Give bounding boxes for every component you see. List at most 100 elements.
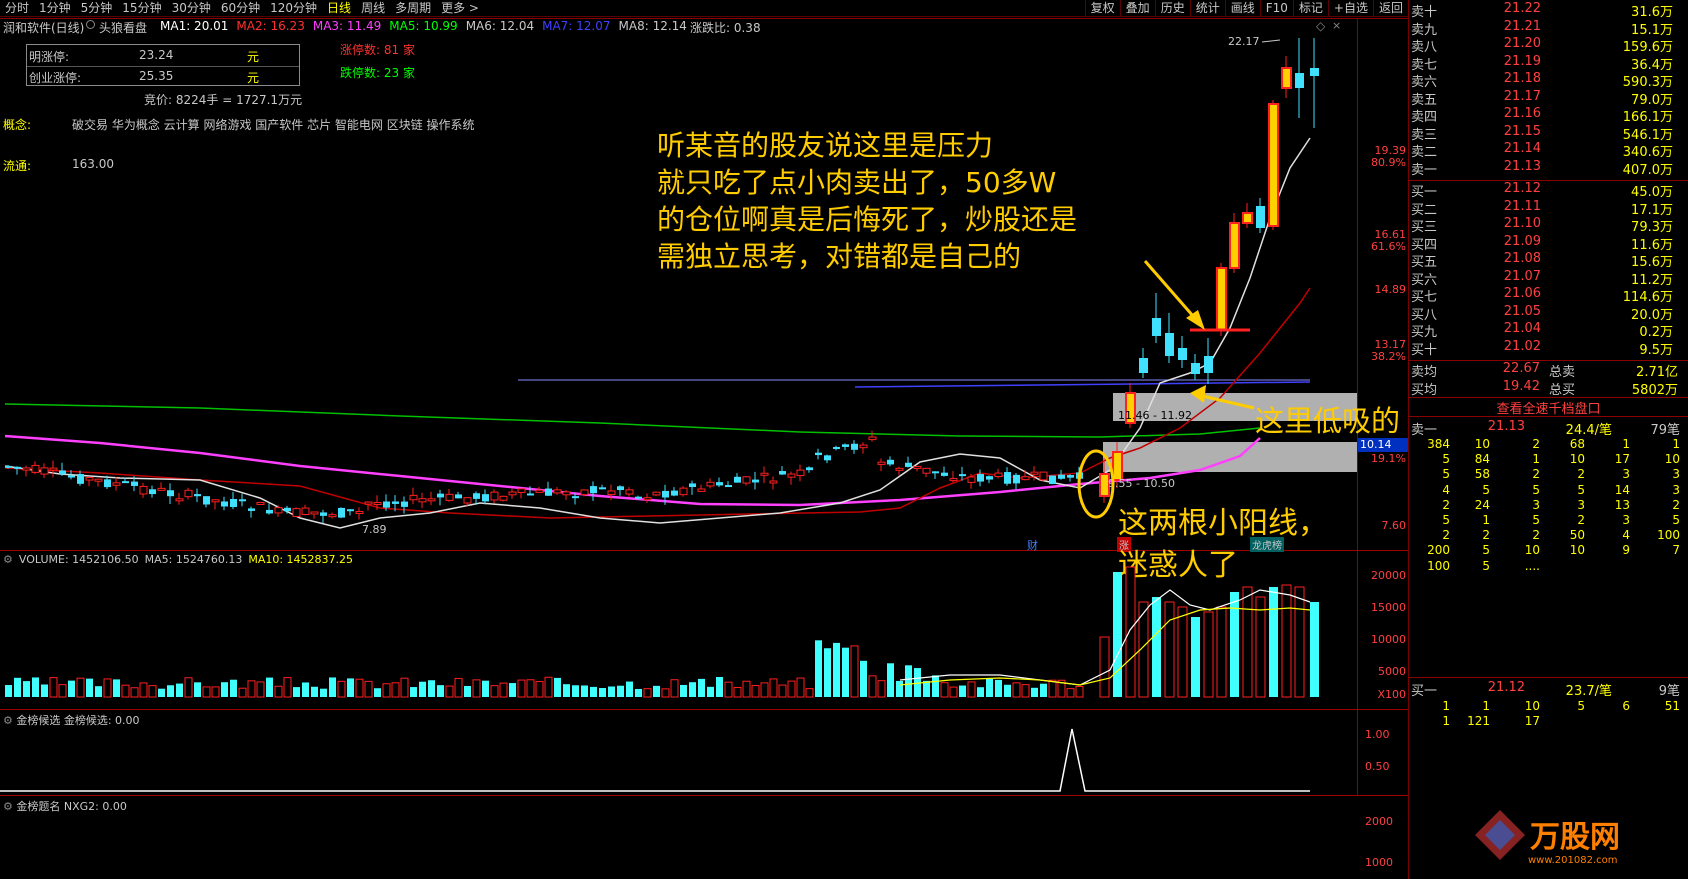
full-depth-link[interactable]: 查看全速千档盘口: [1409, 398, 1688, 417]
sell-level-6[interactable]: 卖四 21.16 166.1万: [1411, 106, 1683, 125]
queue-cell: 2: [1532, 437, 1540, 451]
vol-tick-3: 5000: [1378, 665, 1406, 678]
sell-level-3[interactable]: 卖七 21.19 36.4万: [1411, 54, 1683, 73]
tool-tab-3[interactable]: 统计: [1189, 0, 1225, 17]
tool-tab-6[interactable]: 标记: [1292, 0, 1328, 17]
buy-level-4[interactable]: 买五 21.08 15.6万: [1411, 251, 1683, 270]
candle: [949, 471, 958, 483]
annotation-main: 听某音的股友说这里是压力 就只吃了点小肉卖出了，50多W 的仓位啊真是后悔死了，…: [657, 129, 1078, 273]
sell-level-8[interactable]: 卖二 21.14 340.6万: [1411, 141, 1683, 160]
period-tab-4[interactable]: 30分钟: [167, 0, 216, 17]
buy-level-3[interactable]: 买四 21.09 11.6万: [1411, 234, 1683, 253]
sell-level-7[interactable]: 卖三 21.15 546.1万: [1411, 124, 1683, 143]
tool-tab-4[interactable]: 画线: [1224, 0, 1260, 17]
period-tab-10[interactable]: 更多 >: [436, 0, 484, 17]
volume-bar: [176, 683, 183, 697]
volume-bar: [995, 679, 1002, 697]
sell-level-9[interactable]: 卖一 21.13 407.0万: [1411, 159, 1683, 178]
volume-bar: [905, 665, 912, 697]
buy-level-7[interactable]: 买八 21.05 20.0万: [1411, 304, 1683, 323]
volume-bar: [445, 685, 454, 698]
period-tab-9[interactable]: 多周期: [390, 0, 436, 17]
volume-bar: [256, 681, 265, 698]
candle: [706, 478, 715, 489]
tool-tab-1[interactable]: 叠加: [1119, 0, 1155, 17]
buy-level-price: 21.12: [1503, 181, 1541, 196]
buy-level-0[interactable]: 买一 21.12 45.0万: [1411, 181, 1683, 200]
buy-level-volume: 9.5万: [1639, 342, 1673, 358]
price-pct-4: 19.1%: [1371, 452, 1406, 465]
candle: [445, 488, 454, 502]
candle: [1281, 56, 1292, 98]
period-tab-2[interactable]: 5分钟: [76, 0, 118, 17]
volume-bar: [472, 679, 481, 698]
sell-level-name: 卖一: [1411, 162, 1438, 178]
volume-bar: [617, 685, 624, 697]
sell-level-name: 卖七: [1411, 57, 1438, 73]
tool-tab-5[interactable]: F10: [1259, 0, 1293, 17]
candle: [734, 473, 741, 483]
period-tab-6[interactable]: 120分钟: [265, 0, 322, 17]
volume-bar: [842, 647, 849, 697]
queue-cell: 5: [1532, 482, 1540, 497]
buy-level-8[interactable]: 买九 21.04 0.2万: [1411, 321, 1683, 340]
buy-level-name: 买八: [1411, 307, 1438, 323]
buy-level-5[interactable]: 买六 21.07 11.2万: [1411, 269, 1683, 288]
period-tab-8[interactable]: 周线: [356, 0, 390, 17]
queue-cell: 10: [1664, 452, 1680, 467]
queue-cell: 13: [1614, 497, 1630, 512]
buy-level-2[interactable]: 买三 21.10 79.3万: [1411, 216, 1683, 235]
period-tab-0[interactable]: 分时: [0, 0, 34, 17]
sell-level-5[interactable]: 卖五 21.17 79.0万: [1411, 89, 1683, 108]
candle: [1139, 348, 1148, 378]
volume-bar: [877, 680, 886, 698]
volume-bar: [400, 677, 409, 698]
sell-level-volume: 31.6万: [1631, 5, 1673, 20]
period-tab-5[interactable]: 60分钟: [216, 0, 265, 17]
indicator1-chart[interactable]: [0, 709, 1357, 795]
sell-level-0[interactable]: 卖十 21.22 31.6万: [1411, 1, 1683, 20]
candle: [941, 466, 948, 477]
ind2-header: ⚙ 金榜题名 NXG2: 0.00: [3, 800, 127, 813]
queue-cell: 3: [1622, 513, 1630, 527]
buy-level-1[interactable]: 买二 21.11 17.1万: [1411, 199, 1683, 218]
volume-bar: [1269, 587, 1278, 697]
queue-cell: 2: [1577, 467, 1585, 482]
volume-bar: [238, 687, 247, 698]
sell-level-price: 21.20: [1503, 36, 1541, 51]
candle: [230, 491, 237, 510]
queue-cell: 2: [1532, 528, 1540, 543]
period-tab-7[interactable]: 日线: [322, 0, 356, 17]
volume-bar: [184, 677, 193, 698]
tool-tab-2[interactable]: 历史: [1154, 0, 1190, 17]
buy-level-6[interactable]: 买七 21.06 114.6万: [1411, 286, 1683, 305]
volume-bar: [167, 685, 174, 697]
candle: [742, 476, 751, 486]
volume-bar: [76, 677, 85, 698]
volume-chart[interactable]: [0, 550, 1357, 709]
volume-bar: [247, 680, 256, 698]
sell-level-1[interactable]: 卖九 21.21 15.1万: [1411, 19, 1683, 38]
tool-tab-8[interactable]: 返回: [1372, 0, 1408, 17]
sell-level-4[interactable]: 卖六 21.18 590.3万: [1411, 71, 1683, 90]
queue-cell: 24: [1474, 497, 1490, 512]
volume-bar: [967, 681, 976, 698]
volume-bar: [1294, 586, 1305, 698]
candle: [1013, 472, 1020, 490]
tool-tab-7[interactable]: +自选: [1327, 0, 1373, 17]
candle: [905, 456, 912, 468]
buy-level-volume: 79.3万: [1631, 220, 1673, 235]
ma3-line: [4, 434, 1261, 507]
tool-tab-0[interactable]: 复权: [1084, 0, 1120, 17]
sell-level-2[interactable]: 卖八 21.20 159.6万: [1411, 36, 1683, 55]
buy-level-9[interactable]: 买十 21.02 9.5万: [1411, 339, 1683, 358]
candle: [553, 487, 562, 495]
period-tab-1[interactable]: 1分钟: [34, 0, 76, 17]
volume-bar: [49, 677, 58, 698]
annotation-low-buy: 这里低吸的: [1255, 404, 1401, 438]
candle: [842, 443, 849, 451]
period-tab-3[interactable]: 15分钟: [117, 0, 166, 17]
queue-cell: 1: [1442, 699, 1450, 713]
kline-chart[interactable]: 22.17 7.89 11.46 - 11.92 9.55 - 10.50: [0, 18, 1357, 550]
queue-cell: 10: [1474, 437, 1490, 451]
